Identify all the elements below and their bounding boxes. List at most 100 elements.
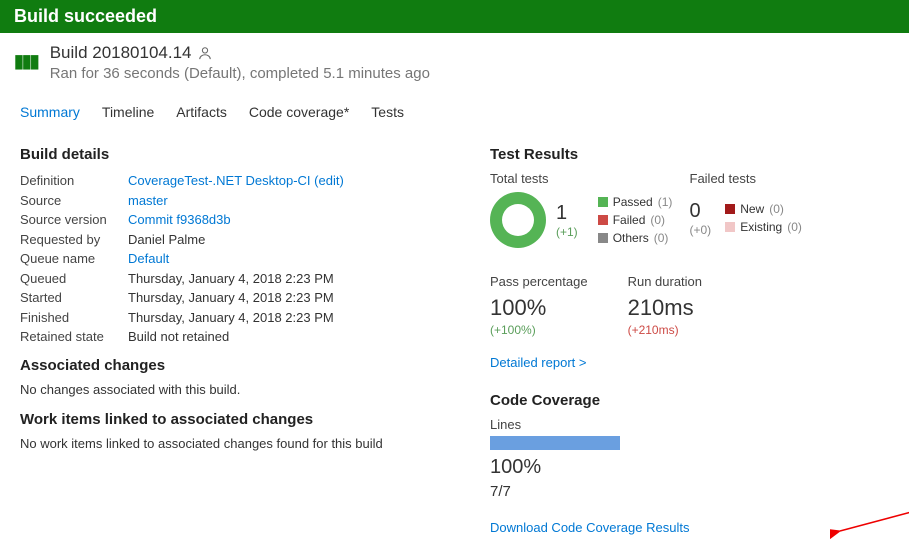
row-source: Source master xyxy=(20,191,460,211)
row-queued: Queued Thursday, January 4, 2018 2:23 PM xyxy=(20,269,460,289)
row-retained: Retained state Build not retained xyxy=(20,327,460,347)
associated-changes-text: No changes associated with this build. xyxy=(20,382,460,397)
tab-summary[interactable]: Summary xyxy=(20,104,80,120)
legend-failed-label: Failed xyxy=(613,211,646,229)
link-source-version[interactable]: Commit f9368d3b xyxy=(128,212,231,227)
label-queued: Queued xyxy=(20,269,128,289)
legend-passed-count: (1) xyxy=(658,193,673,211)
label-started: Started xyxy=(20,288,128,308)
download-wrap: Download Code Coverage Results xyxy=(490,520,889,535)
tests-donut-chart xyxy=(490,192,546,248)
tab-artifacts[interactable]: Artifacts xyxy=(176,104,227,120)
link-queue-name[interactable]: Default xyxy=(128,251,169,266)
label-definition: Definition xyxy=(20,171,128,191)
label-retained: Retained state xyxy=(20,327,128,347)
content: Build details Definition CoverageTest-.N… xyxy=(0,126,909,555)
legend-new: New (0) xyxy=(725,200,802,218)
row-source-version: Source version Commit f9368d3b xyxy=(20,210,460,230)
link-definition[interactable]: CoverageTest-.NET Desktop-CI (edit) xyxy=(128,173,344,188)
coverage-frac: 7/7 xyxy=(490,483,889,500)
work-items-text: No work items linked to associated chang… xyxy=(20,436,460,451)
pass-pct-delta: (+100%) xyxy=(490,323,588,337)
left-column: Build details Definition CoverageTest-.N… xyxy=(20,136,460,535)
label-finished: Finished xyxy=(20,308,128,328)
duration-value: 210ms xyxy=(628,295,702,321)
failed-tests-numbers: 0 (+0) xyxy=(690,200,712,237)
failed-tests-block: Failed tests 0 (+0) New (0) xyxy=(690,171,890,248)
build-title: Build 20180104.14 xyxy=(50,43,430,63)
duration-label: Run duration xyxy=(628,274,702,289)
associated-changes-heading: Associated changes xyxy=(20,357,460,374)
square-red-icon xyxy=(598,215,608,225)
coverage-bar xyxy=(490,436,620,450)
row-queue-name: Queue name Default xyxy=(20,249,460,269)
coverage-lines-label: Lines xyxy=(490,417,889,432)
pass-pct-label: Pass percentage xyxy=(490,274,588,289)
legend-passed-label: Passed xyxy=(613,193,653,211)
square-pink-icon xyxy=(725,222,735,232)
value-finished: Thursday, January 4, 2018 2:23 PM xyxy=(128,308,334,328)
total-tests-delta: (+1) xyxy=(556,225,578,239)
pass-pct-metric: Pass percentage 100% (+100%) xyxy=(490,274,588,337)
right-column: Test Results Total tests 1 (+1) Passed (… xyxy=(490,136,889,535)
legend-existing-count: (0) xyxy=(787,218,802,236)
tests-legend: Passed (1) Failed (0) Others (0) xyxy=(598,193,673,247)
label-source: Source xyxy=(20,191,128,211)
failed-tests-label: Failed tests xyxy=(690,171,890,186)
failed-legend: New (0) Existing (0) xyxy=(725,200,802,236)
legend-others: Others (0) xyxy=(598,229,673,247)
pass-pct-value: 100% xyxy=(490,295,588,321)
legend-others-count: (0) xyxy=(654,229,669,247)
detailed-report-link[interactable]: Detailed report > xyxy=(490,355,586,370)
label-source-version: Source version xyxy=(20,210,128,230)
total-tests-label: Total tests xyxy=(490,171,690,186)
detailed-report-wrap: Detailed report > xyxy=(490,355,889,370)
tabs: Summary Timeline Artifacts Code coverage… xyxy=(0,86,909,126)
total-tests-value: 1 xyxy=(556,202,578,225)
row-started: Started Thursday, January 4, 2018 2:23 P… xyxy=(20,288,460,308)
work-items-heading: Work items linked to associated changes xyxy=(20,411,460,428)
failed-tests-value: 0 xyxy=(690,200,712,223)
legend-existing-label: Existing xyxy=(740,218,782,236)
legend-existing: Existing (0) xyxy=(725,218,802,236)
build-subtitle: Ran for 36 seconds (Default), completed … xyxy=(50,65,430,82)
failed-tests-delta: (+0) xyxy=(690,223,712,237)
duration-delta: (+210ms) xyxy=(628,323,702,337)
status-banner: Build succeeded xyxy=(0,0,909,33)
legend-others-label: Others xyxy=(613,229,649,247)
build-title-text: Build 20180104.14 xyxy=(50,43,192,63)
download-coverage-link[interactable]: Download Code Coverage Results xyxy=(490,520,689,535)
row-finished: Finished Thursday, January 4, 2018 2:23 … xyxy=(20,308,460,328)
square-gray-icon xyxy=(598,233,608,243)
coverage-pct: 100% xyxy=(490,456,889,479)
square-green-icon xyxy=(598,197,608,207)
row-requested-by: Requested by Daniel Palme xyxy=(20,230,460,250)
test-results-heading: Test Results xyxy=(490,146,889,163)
value-started: Thursday, January 4, 2018 2:23 PM xyxy=(128,288,334,308)
metrics-row: Pass percentage 100% (+100%) Run duratio… xyxy=(490,274,889,337)
build-details-heading: Build details xyxy=(20,146,460,163)
tab-timeline[interactable]: Timeline xyxy=(102,104,154,120)
legend-new-label: New xyxy=(740,200,764,218)
square-dark-red-icon xyxy=(725,204,735,214)
duration-metric: Run duration 210ms (+210ms) xyxy=(628,274,702,337)
total-tests-numbers: 1 (+1) xyxy=(556,202,578,239)
tab-tests[interactable]: Tests xyxy=(371,104,404,120)
tests-row: Total tests 1 (+1) Passed (1) xyxy=(490,171,889,248)
donut-wrap: 1 (+1) Passed (1) Failed (0) xyxy=(490,192,690,248)
label-queue-name: Queue name xyxy=(20,249,128,269)
build-header: ▮▮▮ Build 20180104.14 Ran for 36 seconds… xyxy=(0,33,909,86)
code-coverage-heading: Code Coverage xyxy=(490,392,889,409)
total-tests-block: Total tests 1 (+1) Passed (1) xyxy=(490,171,690,248)
legend-failed: Failed (0) xyxy=(598,211,673,229)
value-retained: Build not retained xyxy=(128,327,229,347)
legend-failed-count: (0) xyxy=(650,211,665,229)
row-definition: Definition CoverageTest-.NET Desktop-CI … xyxy=(20,171,460,191)
label-requested-by: Requested by xyxy=(20,230,128,250)
legend-new-count: (0) xyxy=(769,200,784,218)
tab-code-coverage[interactable]: Code coverage* xyxy=(249,104,349,120)
value-requested-by: Daniel Palme xyxy=(128,230,205,250)
status-text: Build succeeded xyxy=(14,6,157,26)
link-source[interactable]: master xyxy=(128,193,168,208)
person-icon xyxy=(198,46,212,60)
